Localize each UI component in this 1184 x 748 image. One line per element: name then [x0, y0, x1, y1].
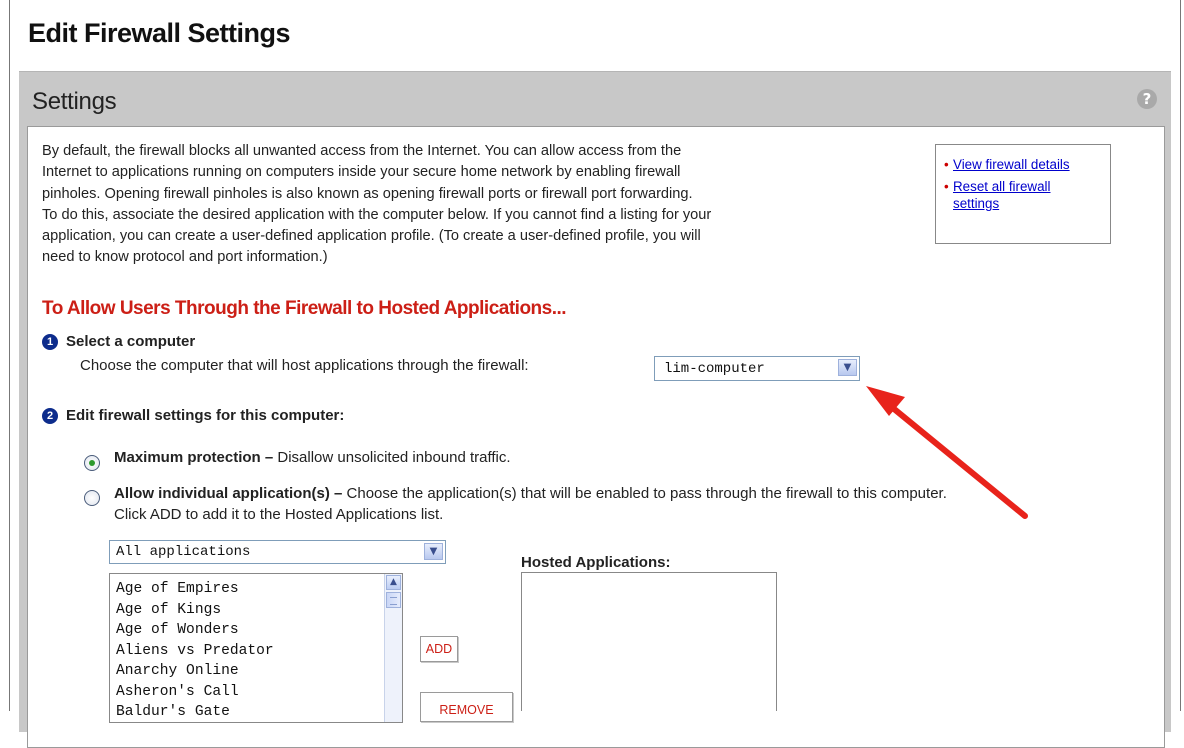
- list-item[interactable]: Asheron's Call: [116, 682, 274, 703]
- allow-individual-description: Choose the application(s) that will be e…: [342, 485, 947, 502]
- application-list[interactable]: Age of Empires Age of Kings Age of Wonde…: [109, 573, 403, 723]
- scrollbar-thumb[interactable]: [386, 592, 401, 608]
- intro-line: pinholes. Opening firewall pinholes is a…: [42, 185, 693, 202]
- side-link-view-details: • View firewall details: [944, 156, 1104, 173]
- application-list-items: Age of Empires Age of Kings Age of Wonde…: [116, 579, 274, 722]
- remove-button[interactable]: REMOVE: [420, 692, 513, 722]
- step-2-title: Edit firewall settings for this computer…: [66, 407, 345, 424]
- side-link-reset: • Reset all firewall settings: [944, 178, 1104, 212]
- maximum-protection-label: Maximum protection –: [114, 449, 274, 466]
- list-item[interactable]: Age of Kings: [116, 600, 274, 621]
- help-icon[interactable]: ?: [1137, 89, 1157, 109]
- chevron-up-icon[interactable]: ▲: [386, 575, 401, 590]
- step-1-icon: 1: [42, 334, 58, 350]
- allow-individual-option: Allow individual application(s) – Choose…: [114, 485, 947, 502]
- allow-individual-radio[interactable]: [84, 490, 100, 506]
- reset-link-line1[interactable]: Reset all firewall: [953, 179, 1051, 194]
- computer-select-value: lim-computer: [664, 361, 765, 377]
- allow-individual-hint: Click ADD to add it to the Hosted Applic…: [114, 506, 444, 523]
- intro-line: Internet to applications running on comp…: [42, 164, 681, 181]
- step-2-icon: 2: [42, 408, 58, 424]
- reset-link-line2[interactable]: settings: [953, 196, 999, 211]
- intro-line: By default, the firewall blocks all unwa…: [42, 143, 682, 159]
- page-title: Edit Firewall Settings: [28, 18, 291, 48]
- side-links-box: • View firewall details • Reset all fire…: [935, 144, 1111, 244]
- add-button[interactable]: ADD: [420, 636, 458, 662]
- maximum-protection-radio[interactable]: [84, 455, 100, 471]
- computer-select[interactable]: lim-computer ▼: [654, 356, 860, 381]
- maximum-protection-description: Disallow unsolicited inbound traffic.: [273, 449, 511, 466]
- panel-title: Settings: [32, 88, 117, 115]
- bullet: •: [944, 179, 949, 194]
- list-item[interactable]: Age of Wonders: [116, 620, 274, 641]
- intro-line: To do this, associate the desired applic…: [42, 206, 712, 223]
- allow-individual-label: Allow individual application(s) –: [114, 485, 343, 502]
- list-item[interactable]: Aliens vs Predator: [116, 641, 274, 662]
- list-item[interactable]: Anarchy Online: [116, 661, 274, 682]
- reset-firewall-settings-link[interactable]: Reset all firewall settings: [953, 178, 1051, 212]
- chevron-down-icon[interactable]: ▼: [838, 359, 857, 376]
- intro-text: By default, the firewall blocks all unwa…: [42, 141, 922, 269]
- section-heading: To Allow Users Through the Firewall to H…: [42, 298, 567, 319]
- application-filter-value: All applications: [116, 544, 251, 560]
- hosted-applications-label: Hosted Applications:: [521, 554, 671, 571]
- step-1-title: Select a computer: [66, 333, 196, 350]
- application-filter-select[interactable]: All applications ▼: [109, 540, 446, 564]
- intro-line: application, you can create a user-defin…: [42, 228, 701, 245]
- intro-line: need to know protocol and port informati…: [42, 249, 328, 266]
- list-item[interactable]: Age of Empires: [116, 579, 274, 600]
- view-firewall-details-link[interactable]: View firewall details: [953, 156, 1070, 173]
- radio-selected-dot: [89, 460, 95, 466]
- step-1-description: Choose the computer that will host appli…: [80, 357, 529, 374]
- hosted-applications-list[interactable]: [521, 572, 777, 711]
- list-item[interactable]: Baldur's Gate: [116, 702, 274, 722]
- maximum-protection-option: Maximum protection – Disallow unsolicite…: [114, 449, 511, 466]
- application-list-scrollbar[interactable]: ▲: [384, 574, 402, 722]
- chevron-down-icon[interactable]: ▼: [424, 543, 443, 560]
- bullet: •: [944, 157, 949, 172]
